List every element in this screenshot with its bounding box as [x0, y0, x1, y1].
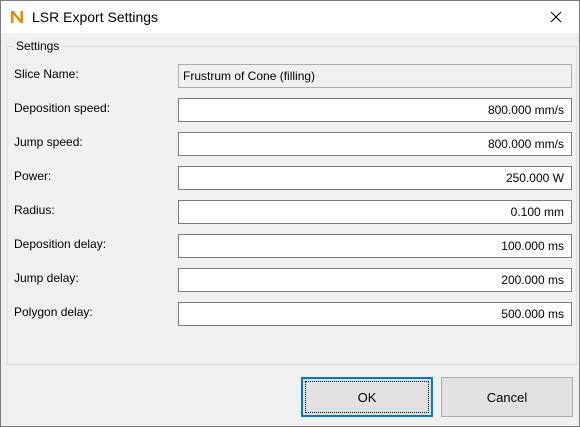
jump-speed-input[interactable]: 800.000 mm/s	[178, 132, 572, 156]
polygon-delay-label: Polygon delay:	[14, 305, 93, 319]
window-title: LSR Export Settings	[32, 9, 159, 25]
slice-name-label: Slice Name:	[14, 67, 79, 81]
power-input[interactable]: 250.000 W	[178, 166, 572, 190]
deposition-delay-input[interactable]: 100.000 ms	[178, 234, 572, 258]
close-icon	[550, 11, 562, 23]
radius-label: Radius:	[14, 203, 55, 217]
cancel-button-label: Cancel	[486, 389, 528, 405]
title-bar: LSR Export Settings	[1, 1, 579, 33]
slice-name-field: Frustrum of Cone (filling)	[178, 64, 572, 88]
ok-button[interactable]: OK	[301, 377, 433, 417]
power-label: Power:	[14, 169, 52, 183]
deposition-speed-input[interactable]: 800.000 mm/s	[178, 98, 572, 122]
deposition-speed-label: Deposition speed:	[14, 101, 111, 115]
jump-delay-label: Jump delay:	[14, 271, 79, 285]
deposition-delay-label: Deposition delay:	[14, 237, 107, 251]
close-button[interactable]	[533, 1, 579, 33]
dialog-window: LSR Export Settings Settings Slice Name:…	[0, 0, 580, 427]
jump-delay-input[interactable]: 200.000 ms	[178, 268, 572, 292]
jump-speed-label: Jump speed:	[14, 135, 83, 149]
focus-rectangle	[305, 381, 429, 413]
polygon-delay-input[interactable]: 500.000 ms	[178, 302, 572, 326]
cancel-button[interactable]: Cancel	[441, 377, 573, 417]
app-logo-icon	[9, 9, 25, 25]
settings-group-title: Settings	[13, 39, 63, 53]
radius-input[interactable]: 0.100 mm	[178, 200, 572, 224]
